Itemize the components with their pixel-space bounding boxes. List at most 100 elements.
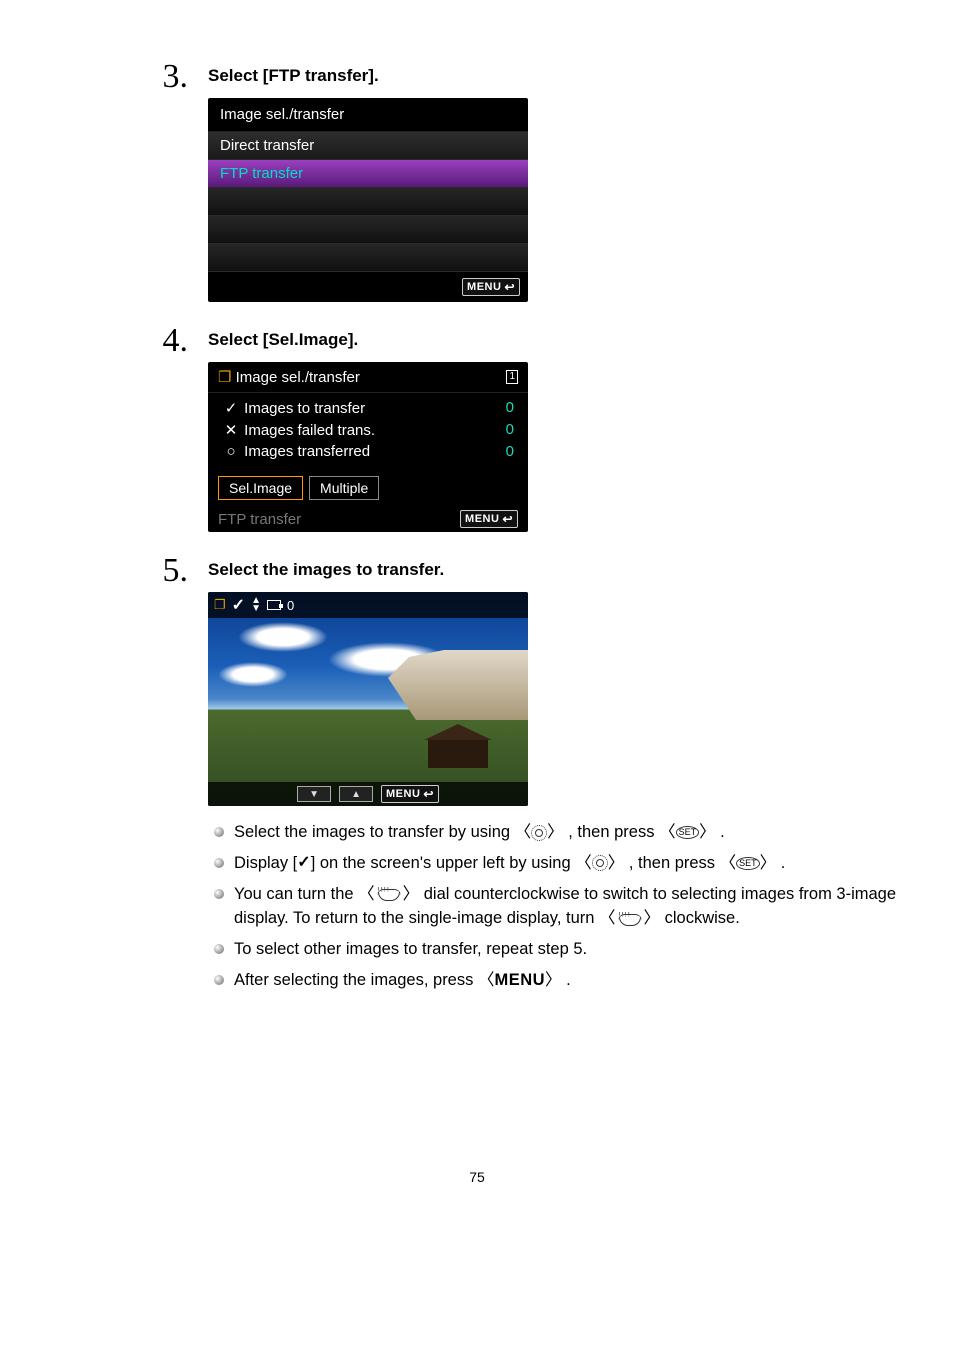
menu-label: MENU bbox=[465, 513, 499, 525]
cloud-shape bbox=[238, 622, 328, 652]
updown-icon: ▲▼ bbox=[251, 597, 261, 613]
screen-header: ❐ Image sel./transfer 1 bbox=[208, 362, 528, 393]
angle-close: 〉 bbox=[547, 823, 564, 841]
row-value: 0 bbox=[506, 443, 514, 460]
menu-item-ftp-transfer[interactable]: FTP transfer bbox=[208, 160, 528, 188]
sel-image-button[interactable]: Sel.Image bbox=[218, 476, 303, 500]
text-fragment: , then press bbox=[629, 854, 720, 872]
menu-back-badge[interactable]: MENU ↩ bbox=[381, 785, 439, 803]
row-label: Images transferred bbox=[244, 443, 370, 460]
menu-back-badge[interactable]: MENU ↩ bbox=[460, 510, 518, 528]
house-shape bbox=[428, 738, 488, 768]
angle-open: 〈 bbox=[599, 909, 616, 927]
menu-label: MENU bbox=[467, 281, 501, 293]
down-key-icon[interactable]: ▼ bbox=[297, 786, 331, 802]
angle-close: 〉 bbox=[644, 909, 661, 927]
page-number: 75 bbox=[40, 1169, 914, 1185]
text-fragment: Select the images to transfer by using bbox=[234, 823, 515, 841]
x-icon: ✕ bbox=[222, 421, 240, 439]
camera-screen-image-preview: ❐ ✓ ▲▼ 0 ▼ ▲ MENU ↩ bbox=[208, 592, 528, 806]
bullet-text: To select other images to transfer, repe… bbox=[234, 937, 914, 962]
check-icon: ✓ bbox=[232, 595, 245, 615]
text-fragment: . bbox=[720, 823, 725, 841]
button-row: Sel.Image Multiple bbox=[208, 462, 528, 506]
quick-control-dial-icon bbox=[592, 855, 608, 871]
menu-item-direct-transfer[interactable]: Direct transfer bbox=[208, 132, 528, 160]
row-label: Images to transfer bbox=[244, 400, 365, 417]
set-button-icon: SET bbox=[676, 826, 700, 839]
bullet-item: Display [✓] on the screen's upper left b… bbox=[208, 851, 914, 876]
angle-close: 〉 bbox=[608, 854, 625, 872]
copy-icon: ❐ bbox=[214, 597, 226, 613]
row-label: Images failed trans. bbox=[244, 422, 375, 439]
step-3: 3. Select [FTP transfer]. Image sel./tra… bbox=[40, 60, 914, 306]
screen-footer: MENU ↩ bbox=[208, 272, 528, 302]
text-fragment: , then press bbox=[568, 823, 659, 841]
text-fragment: . bbox=[781, 854, 786, 872]
card-slot-icon: 1 bbox=[506, 370, 518, 384]
bullet-icon bbox=[214, 858, 224, 868]
bullet-item: Select the images to transfer by using 〈… bbox=[208, 820, 914, 845]
menu-label: MENU bbox=[386, 788, 420, 800]
step-title: Select [FTP transfer]. bbox=[208, 66, 914, 86]
step-number: 4. bbox=[158, 324, 208, 358]
main-dial-icon: ⵑⵑⵑⵑ bbox=[616, 911, 644, 927]
step-number: 3. bbox=[158, 60, 208, 94]
screen-title: Image sel./transfer bbox=[208, 98, 528, 132]
row-label-wrap: ○ Images transferred bbox=[222, 443, 370, 460]
angle-open: 〈 bbox=[478, 971, 495, 989]
return-icon: ↩ bbox=[504, 280, 515, 294]
text-fragment: clockwise. bbox=[665, 909, 740, 927]
bullet-list: Select the images to transfer by using 〈… bbox=[208, 820, 914, 993]
multiple-button[interactable]: Multiple bbox=[309, 476, 379, 500]
preview-bottom-overlay: ▼ ▲ MENU ↩ bbox=[208, 782, 528, 806]
angle-open: 〈 bbox=[575, 854, 592, 872]
angle-open: 〈 bbox=[515, 823, 532, 841]
step-title: Select the images to transfer. bbox=[208, 560, 914, 580]
menu-button-icon: MENU bbox=[494, 971, 545, 989]
bullet-icon bbox=[214, 889, 224, 899]
step-5: 5. Select the images to transfer. ❐ ✓ ▲▼… bbox=[40, 554, 914, 999]
angle-close: 〉 bbox=[760, 854, 777, 872]
text-fragment: . bbox=[566, 971, 571, 989]
screen-title: Image sel./transfer bbox=[236, 369, 360, 386]
screen-bottom: FTP transfer MENU ↩ bbox=[208, 506, 528, 532]
check-icon: ✓ bbox=[222, 399, 240, 417]
circle-icon: ○ bbox=[222, 443, 240, 460]
angle-open: 〈 bbox=[659, 823, 676, 841]
bullet-icon bbox=[214, 944, 224, 954]
return-icon: ↩ bbox=[502, 512, 513, 526]
step-4: 4. Select [Sel.Image]. ❐ Image sel./tran… bbox=[40, 324, 914, 536]
menu-back-badge[interactable]: MENU ↩ bbox=[462, 278, 520, 296]
cliff-shape bbox=[388, 650, 528, 720]
bullet-icon bbox=[214, 827, 224, 837]
main-dial-icon: ⵑⵑⵑⵑ bbox=[375, 886, 403, 902]
copy-icon: ❐ bbox=[218, 369, 231, 386]
set-button-icon: SET bbox=[736, 857, 760, 870]
angle-close: 〉 bbox=[403, 885, 420, 903]
text-fragment: ] on the screen's upper left by using bbox=[311, 854, 576, 872]
bullet-text: After selecting the images, press 〈MENU〉… bbox=[234, 968, 914, 993]
step-content: Select the images to transfer. ❐ ✓ ▲▼ 0 … bbox=[208, 554, 914, 999]
up-key-icon[interactable]: ▲ bbox=[339, 786, 373, 802]
bullet-text: Display [✓] on the screen's upper left b… bbox=[234, 851, 914, 876]
bottom-label: FTP transfer bbox=[218, 511, 301, 528]
row-value: 0 bbox=[506, 421, 514, 439]
angle-close: 〉 bbox=[545, 971, 562, 989]
preview-top-overlay: ❐ ✓ ▲▼ 0 bbox=[208, 592, 528, 618]
status-row: ○ Images transferred 0 bbox=[208, 441, 528, 462]
step-number: 5. bbox=[158, 554, 208, 588]
camera-screen-ftp-menu: Image sel./transfer Direct transfer FTP … bbox=[208, 98, 528, 302]
screen-title-wrap: ❐ Image sel./transfer bbox=[218, 368, 360, 386]
step-content: Select [Sel.Image]. ❐ Image sel./transfe… bbox=[208, 324, 914, 536]
menu-item-empty bbox=[208, 216, 528, 244]
angle-close: 〉 bbox=[699, 823, 716, 841]
camera-screen-sel-image: ❐ Image sel./transfer 1 ✓ Images to tran… bbox=[208, 362, 528, 532]
menu-item-empty bbox=[208, 244, 528, 272]
bullet-text: You can turn the 〈ⵑⵑⵑⵑ〉 dial countercloc… bbox=[234, 882, 914, 932]
transfer-status-icon bbox=[267, 600, 281, 610]
bullet-item: After selecting the images, press 〈MENU〉… bbox=[208, 968, 914, 993]
text-fragment: After selecting the images, press bbox=[234, 971, 478, 989]
check-icon: ✓ bbox=[297, 851, 310, 875]
row-label-wrap: ✕ Images failed trans. bbox=[222, 421, 375, 439]
